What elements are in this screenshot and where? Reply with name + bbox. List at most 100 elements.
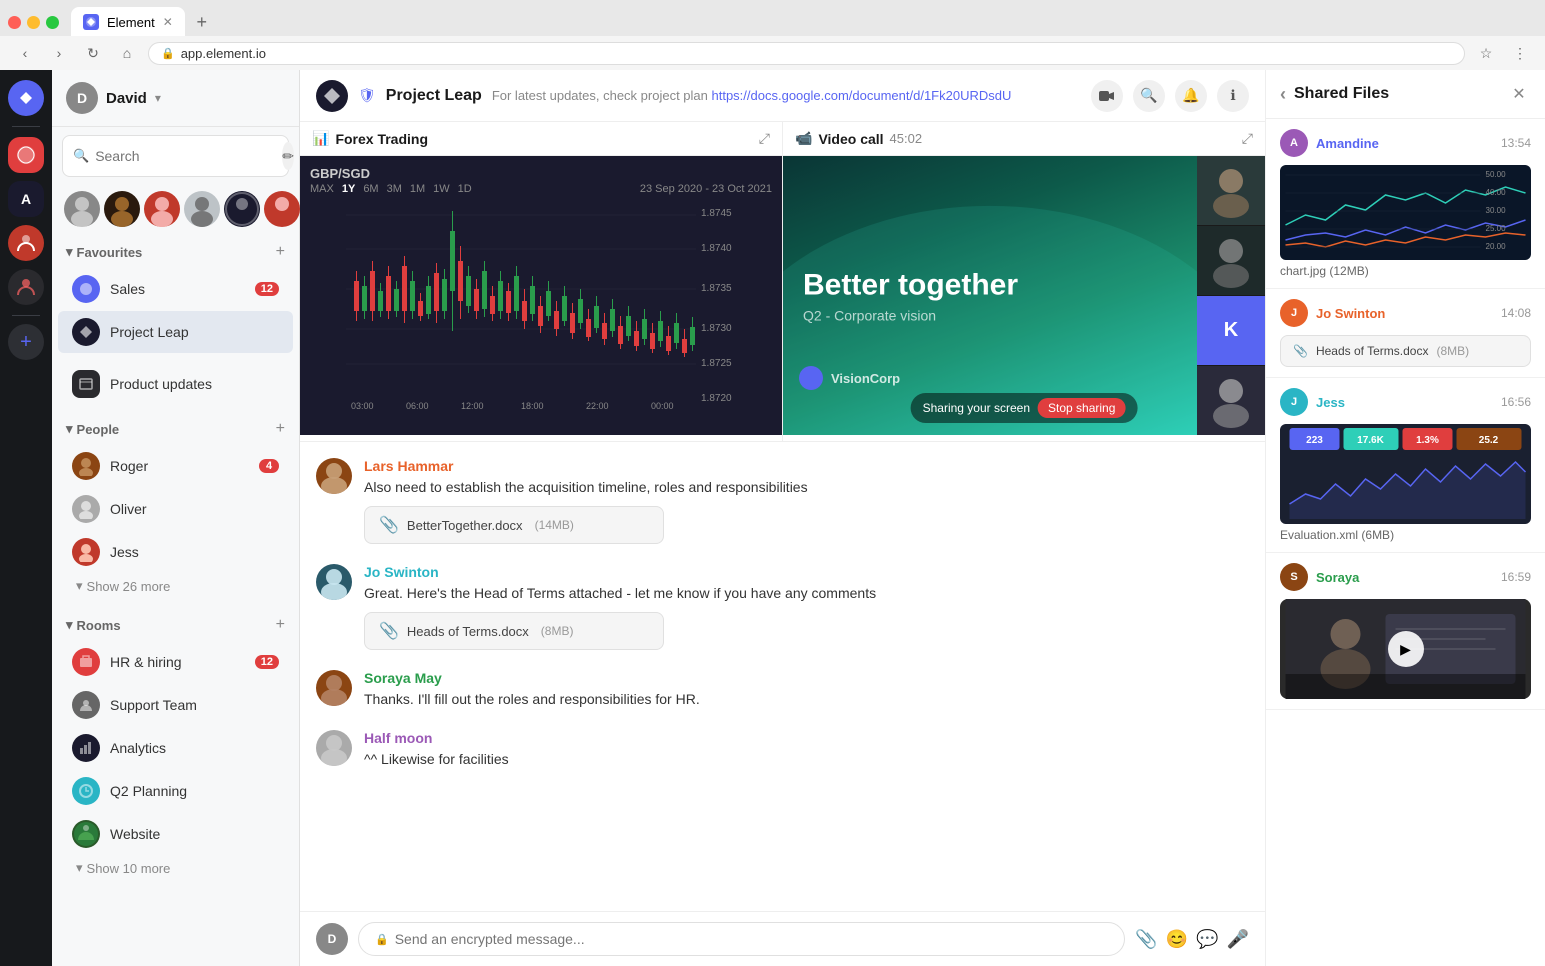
room-link[interactable]: https://docs.google.com/document/d/1Fk20… [712,88,1012,103]
info-button[interactable]: ℹ [1217,80,1249,112]
close-panel-button[interactable]: ✕ [1507,82,1531,106]
close-window-btn[interactable] [8,16,21,29]
menu-button[interactable]: ⋮ [1507,40,1533,66]
avatar-4[interactable] [184,191,220,227]
workspace-a[interactable] [8,137,44,173]
video-call-button[interactable] [1091,80,1123,112]
rooms-add-icon[interactable]: + [276,616,285,634]
people-title: ▾ People [66,421,119,437]
sidebar-item-project-leap[interactable]: Project Leap [58,311,293,353]
sidebar-item-sales[interactable]: Sales 12 [58,268,293,310]
jo-attachment[interactable]: 📎 Heads of Terms.docx (8MB) [364,612,664,650]
gif-button[interactable]: 💬 [1196,929,1218,950]
q2-planning-label: Q2 Planning [110,783,279,799]
shared-file-jess: J Jess 16:56 223 17.6K 1.3% 25.2 [1266,378,1545,553]
shared-file-amandine: A Amandine 13:54 50.00 40.00 30.00 25.00 [1266,119,1545,289]
timeframe-1d[interactable]: 1D [458,183,472,195]
website-icon [72,820,100,848]
timeframe-1w[interactable]: 1W [433,183,450,195]
people-add-icon[interactable]: + [276,420,285,438]
video-call-expand-button[interactable]: ⤢ [1242,130,1253,147]
sidebar-item-oliver[interactable]: Oliver [58,488,293,530]
forward-button[interactable]: › [46,40,72,66]
sidebar-item-roger[interactable]: Roger 4 [58,445,293,487]
shared-file-soraya: S Soraya 16:59 [1266,553,1545,710]
sidebar-item-jess[interactable]: Jess [58,531,293,573]
timeframe-3m[interactable]: 3M [387,183,402,195]
video-preview: ▶ [1280,599,1531,699]
timeframe-max[interactable]: MAX [310,183,334,195]
minimize-window-btn[interactable] [27,16,40,29]
app: A + D David ▾ 🔍 ✏ [0,70,1545,966]
presentation-subtitle: Q2 - Corporate vision [803,307,1185,323]
support-team-icon [72,691,100,719]
jo-attachment-size: (8MB) [541,624,574,638]
forex-expand-button[interactable]: ⤢ [759,130,770,147]
maximize-window-btn[interactable] [46,16,59,29]
search-room-button[interactable]: 🔍 [1133,80,1165,112]
play-button[interactable]: ▶ [1388,631,1424,667]
soraya-file-time: 16:59 [1501,570,1531,584]
sidebar-item-product-updates[interactable]: Product updates [58,363,293,405]
chevron-icon: ▾ [66,244,73,260]
back-button[interactable]: ‹ [12,40,38,66]
amandine-name: Amandine [1316,136,1379,151]
timeframe-6m[interactable]: 6M [363,183,378,195]
bookmark-button[interactable]: ☆ [1473,40,1499,66]
show-more-rooms[interactable]: ▾ Show 10 more [62,856,299,884]
favourites-title: ▾ Favourites [66,244,142,260]
user-info[interactable]: D David ▾ [66,82,161,114]
timeframe-1y[interactable]: 1Y [342,183,355,195]
message-input-area: D 🔒 📎 😊 💬 🎤 [300,911,1265,966]
workspace-element[interactable] [8,80,44,116]
compose-button[interactable]: ✏ [282,142,294,170]
jo-file-attachment[interactable]: 📎 Heads of Terms.docx (8MB) [1280,335,1531,367]
avatar-6[interactable] [264,191,300,227]
favourites-header[interactable]: ▾ Favourites + [52,237,299,267]
soraya-file-name: Soraya [1316,570,1359,585]
search-input[interactable] [95,148,276,164]
avatar-2[interactable] [104,191,140,227]
lars-attachment[interactable]: 📎 BetterTogether.docx (14MB) [364,506,664,544]
workspace-b[interactable]: A [8,181,44,217]
message-lars: Lars Hammar Also need to establish the a… [316,458,1249,544]
people-header[interactable]: ▾ People + [52,414,299,444]
attach-button[interactable]: 📎 [1135,929,1157,950]
sidebar-item-analytics[interactable]: Analytics [58,727,293,769]
active-tab[interactable]: Element ✕ [71,7,185,37]
back-icon[interactable]: ‹ [1280,84,1286,105]
rooms-header[interactable]: ▾ Rooms + [52,610,299,640]
sidebar-item-hr-hiring[interactable]: HR & hiring 12 [58,641,293,683]
sidebar-item-support-team[interactable]: Support Team [58,684,293,726]
message-input[interactable] [395,931,1109,947]
timeframe-1m[interactable]: 1M [410,183,425,195]
svg-text:1.8735: 1.8735 [701,283,732,294]
sidebar-item-website[interactable]: Website [58,813,293,855]
soraya-message-body: Soraya May Thanks. I'll fill out the rol… [364,670,1249,710]
voice-button[interactable]: 🎤 [1227,929,1249,950]
avatar-1[interactable] [64,191,100,227]
sidebar-item-q2-planning[interactable]: Q2 Planning [58,770,293,812]
panel-header: D David ▾ [52,70,299,127]
avatar-3[interactable] [144,191,180,227]
favourites-add-icon[interactable]: + [276,243,285,261]
avatar-5[interactable] [224,191,260,227]
emoji-button[interactable]: 😊 [1166,929,1188,950]
show-more-people[interactable]: ▾ Show 26 more [62,574,299,602]
website-label: Website [110,826,279,842]
refresh-button[interactable]: ↻ [80,40,106,66]
workspace-c[interactable] [8,225,44,261]
notification-button[interactable]: 🔔 [1175,80,1207,112]
attachment-name: BetterTogether.docx [407,518,523,533]
home-button[interactable]: ⌂ [114,40,140,66]
tab-close-icon[interactable]: ✕ [163,15,173,29]
amandine-time: 13:54 [1501,136,1531,150]
workspace-d[interactable] [8,269,44,305]
people-section: ▾ People + Roger 4 Oliver [52,410,299,606]
soraya-sender: Soraya May [364,670,1249,686]
new-tab-button[interactable]: + [189,9,215,35]
jess-label: Jess [110,544,279,560]
add-workspace-button[interactable]: + [8,324,44,360]
stop-sharing-button[interactable]: Stop sharing [1038,398,1125,418]
address-bar[interactable]: 🔒 app.element.io [148,42,1465,65]
